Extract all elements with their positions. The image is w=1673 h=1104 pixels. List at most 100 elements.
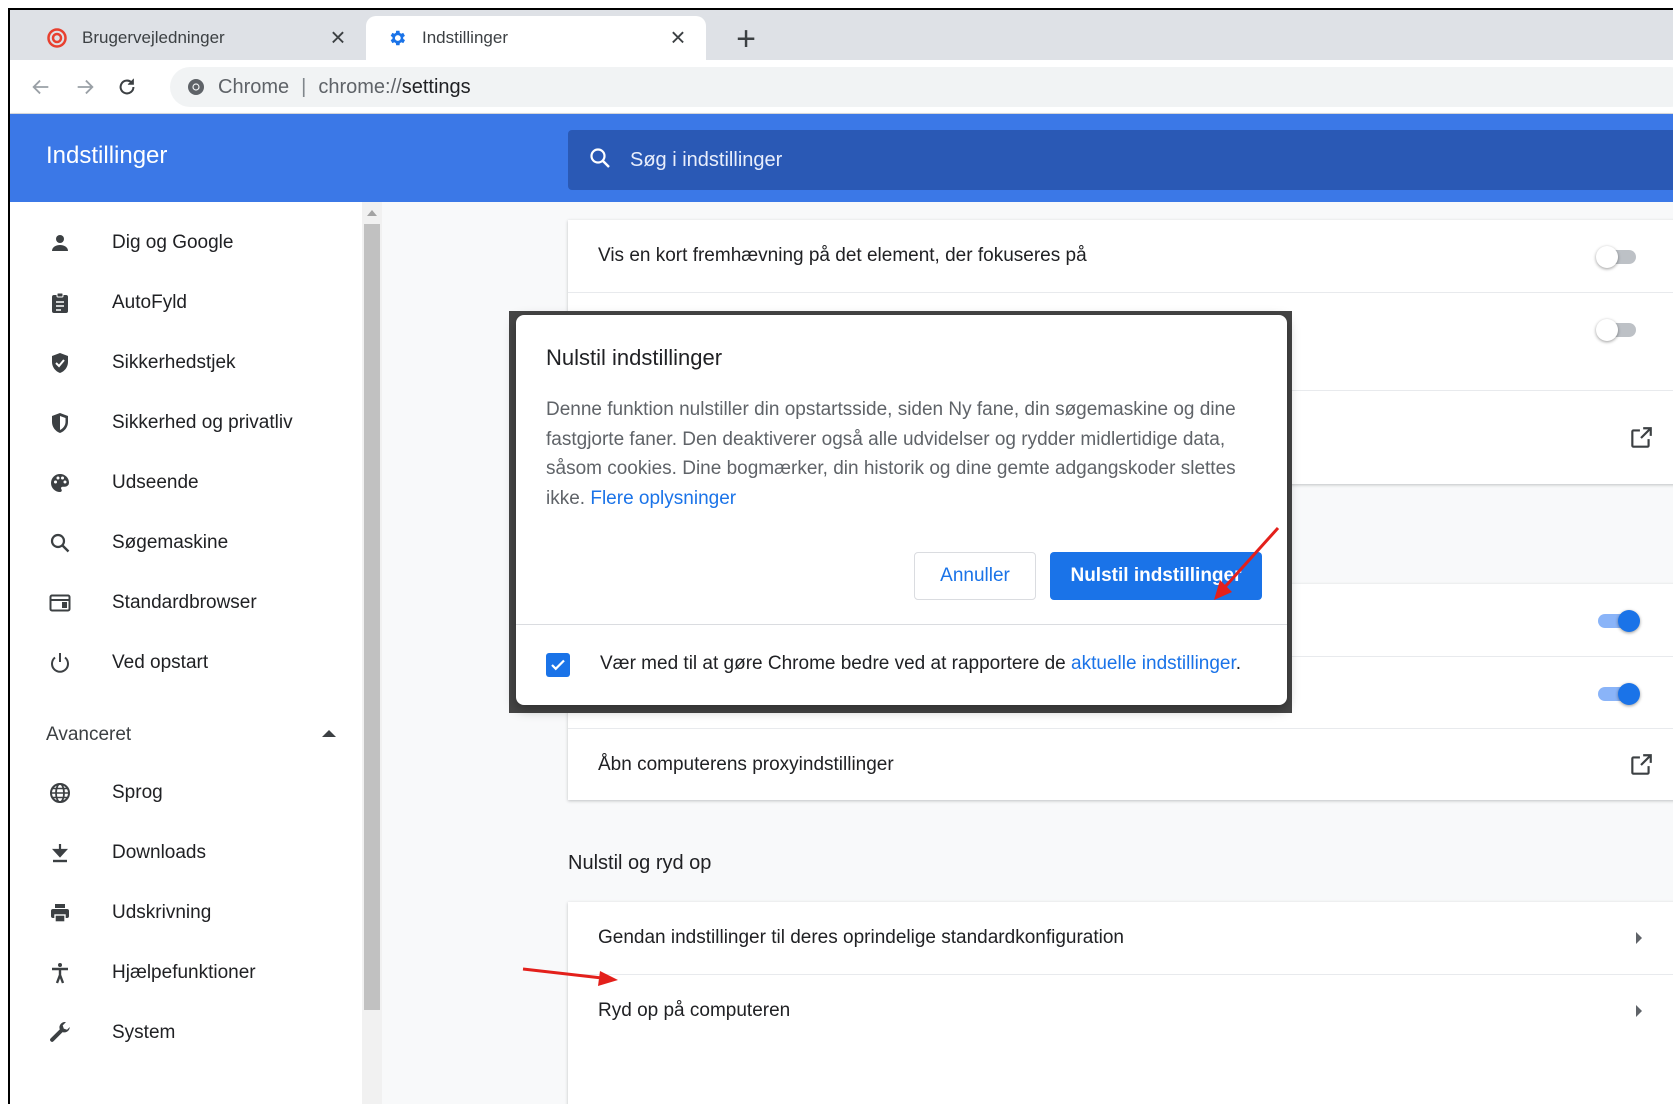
focus-highlight-row[interactable]: Vis en kort fremhævning på det element, … xyxy=(568,220,1673,292)
external-link-icon[interactable] xyxy=(1628,752,1654,778)
report-settings-text: Vær med til at gøre Chrome bedre ved at … xyxy=(600,653,1241,675)
sidebar-item-label: Ved opstart xyxy=(112,652,209,673)
sidebar-item-dig-og-google[interactable]: Dig og Google xyxy=(10,218,350,268)
sidebar-item-standardbrowser[interactable]: Standardbrowser xyxy=(10,578,350,628)
sidebar-item-label: Søgemaskine xyxy=(112,532,229,553)
sidebar-scrollbar[interactable] xyxy=(362,202,382,1104)
chrome-logo-icon xyxy=(186,77,206,97)
address-bar[interactable]: Chrome | chrome://settings xyxy=(170,67,1673,107)
dialog-body: Denne funktion nulstiller din opstartssi… xyxy=(546,395,1266,513)
tab-title: Brugervejledninger xyxy=(82,28,225,47)
proxy-settings-row[interactable]: Åbn computerens proxyindstillinger xyxy=(568,728,1673,800)
reset-settings-dialog: Nulstil indstillinger Denne funktion nul… xyxy=(516,315,1287,705)
url-path: settings xyxy=(401,75,471,98)
sidebar-item-label: Dig og Google xyxy=(112,232,234,253)
report-text: Vær med til at gøre Chrome bedre ved at … xyxy=(600,653,1066,674)
setting-toggle-on[interactable] xyxy=(1596,610,1640,632)
new-tab-button[interactable]: + xyxy=(728,22,764,58)
settings-header: Indstillinger xyxy=(10,114,1673,202)
sidebar-item-downloads[interactable]: Downloads xyxy=(10,828,350,878)
sidebar-item-label: Sprog xyxy=(112,782,163,803)
browser-toolbar: Chrome | chrome://settings xyxy=(10,60,1673,114)
setting-toggle-on[interactable] xyxy=(1596,682,1640,705)
sidebar-item-sogemaskine[interactable]: Søgemaskine xyxy=(10,518,350,568)
row-label: Ryd op på computeren xyxy=(598,999,791,1021)
checkmark-icon xyxy=(551,659,565,671)
search-icon xyxy=(46,529,74,557)
tab-strip: Brugervejledninger × Indstillinger × + xyxy=(10,10,1673,60)
dialog-footer: Vær med til at gøre Chrome bedre ved at … xyxy=(516,624,1287,705)
current-settings-link[interactable]: aktuelle indstillinger xyxy=(1071,653,1236,674)
sidebar-item-label: Udskrivning xyxy=(112,902,212,923)
url-separator: | xyxy=(301,75,307,98)
advanced-section-toggle[interactable]: Avanceret xyxy=(46,720,336,750)
shield-half-icon xyxy=(46,409,74,437)
setting-toggle[interactable] xyxy=(1596,318,1640,341)
sidebar-item-label: Hjælpefunktioner xyxy=(112,962,256,983)
close-tab-icon[interactable]: × xyxy=(664,24,692,52)
sidebar-item-label: Downloads xyxy=(112,842,206,863)
browser-window: Brugervejledninger × Indstillinger × + C… xyxy=(8,8,1673,1104)
search-icon xyxy=(588,146,612,175)
tab-indstillinger[interactable]: Indstillinger × xyxy=(366,16,706,60)
search-input[interactable] xyxy=(630,148,1530,172)
clipboard-icon xyxy=(46,289,74,317)
globe-icon xyxy=(46,779,74,807)
tab-title: Indstillinger xyxy=(422,28,508,47)
reset-card: Gendan indstillinger til deres oprindeli… xyxy=(568,902,1673,1104)
browser-window-icon xyxy=(46,589,74,617)
power-icon xyxy=(46,649,74,677)
shield-check-icon xyxy=(46,349,74,377)
settings-search[interactable] xyxy=(568,130,1673,190)
chevron-right-icon xyxy=(1636,1004,1642,1017)
sidebar-item-autofyld[interactable]: AutoFyld xyxy=(10,278,350,328)
sidebar-item-sikkerhed-og-privatliv[interactable]: Sikkerhed og privatliv xyxy=(10,398,350,448)
settings-gear-icon xyxy=(386,27,408,49)
site-label: Chrome xyxy=(218,75,290,98)
sidebar-item-label: AutoFyld xyxy=(112,292,187,313)
dialog-title: Nulstil indstillinger xyxy=(546,345,723,370)
reset-settings-button[interactable]: Nulstil indstillinger xyxy=(1050,552,1262,600)
report-end: . xyxy=(1235,653,1242,674)
reload-icon[interactable] xyxy=(110,70,144,104)
sidebar-item-label: Sikkerhed og privatliv xyxy=(112,412,293,433)
chevron-right-icon xyxy=(1636,932,1642,944)
forward-arrow-icon[interactable] xyxy=(68,70,102,104)
row-label: Gendan indstillinger til deres oprindeli… xyxy=(598,927,1124,948)
sidebar-item-sprog[interactable]: Sprog xyxy=(10,768,350,818)
wrench-icon xyxy=(46,1019,74,1047)
scrollbar-thumb[interactable] xyxy=(364,224,380,1010)
url-scheme: chrome:// xyxy=(318,75,402,98)
scroll-up-arrow-icon[interactable] xyxy=(367,210,377,216)
accessibility-icon xyxy=(46,959,74,987)
sidebar-item-label: Udseende xyxy=(112,472,199,493)
tab-brugervejledninger[interactable]: Brugervejledninger × xyxy=(26,16,366,60)
cancel-button[interactable]: Annuller xyxy=(914,552,1036,600)
sidebar-item-hjaelpefunktioner[interactable]: Hjælpefunktioner xyxy=(10,948,350,998)
sidebar-item-ved-opstart[interactable]: Ved opstart xyxy=(10,638,350,688)
settings-sidebar: Dig og Google AutoFyld Sikkerhedstjek Si… xyxy=(10,202,362,1104)
external-link-icon[interactable] xyxy=(1628,425,1654,451)
cleanup-computer-row[interactable]: Ryd op på computeren xyxy=(568,974,1673,1046)
sidebar-item-label: Standardbrowser xyxy=(112,592,257,613)
report-settings-checkbox[interactable] xyxy=(546,653,570,677)
restore-defaults-row[interactable]: Gendan indstillinger til deres oprindeli… xyxy=(568,902,1673,974)
focus-highlight-toggle[interactable] xyxy=(1596,246,1640,268)
palette-icon xyxy=(46,469,74,497)
learn-more-link[interactable]: Flere oplysninger xyxy=(590,488,736,509)
brand-logo-icon xyxy=(46,27,68,49)
sidebar-item-sikkerhedstjek[interactable]: Sikkerhedstjek xyxy=(10,338,350,388)
printer-icon xyxy=(46,899,74,927)
download-icon xyxy=(46,839,74,867)
person-icon xyxy=(46,229,74,257)
sidebar-item-udseende[interactable]: Udseende xyxy=(10,458,350,508)
row-label: Vis en kort fremhævning på det element, … xyxy=(598,245,1087,266)
caret-up-icon xyxy=(322,730,336,737)
section-title: Nulstil og ryd op xyxy=(568,852,712,874)
sidebar-item-system[interactable]: System xyxy=(10,1008,350,1058)
sidebar-item-label: System xyxy=(112,1022,176,1043)
close-tab-icon[interactable]: × xyxy=(324,24,352,52)
back-arrow-icon[interactable] xyxy=(24,70,58,104)
sidebar-item-udskrivning[interactable]: Udskrivning xyxy=(10,888,350,938)
advanced-label: Avanceret xyxy=(46,724,132,745)
